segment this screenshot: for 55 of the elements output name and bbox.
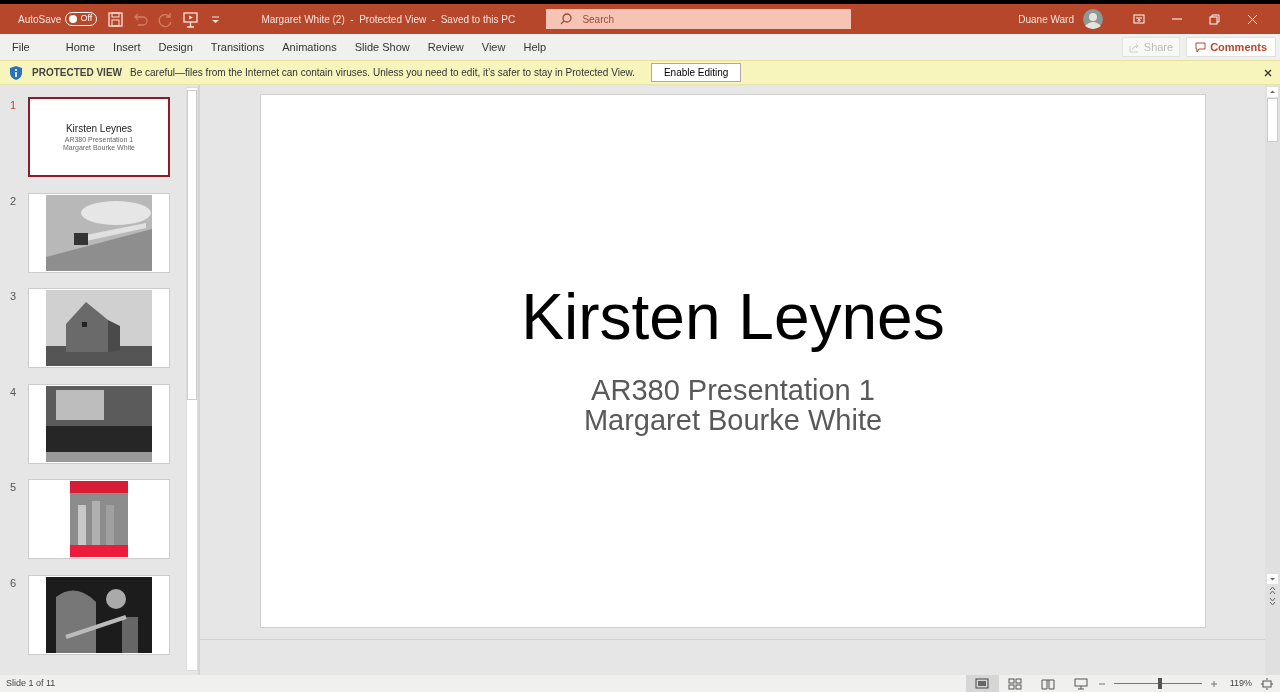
document-title: Margaret White (2) - Protected View - Saved to this PC	[261, 12, 517, 27]
ribbon-tab[interactable]: Slide Show	[346, 36, 418, 58]
search-field[interactable]: Search	[546, 9, 852, 29]
slide-number: 3	[9, 289, 18, 304]
slide-number: 4	[9, 384, 18, 400]
next-slide-icon[interactable]	[1267, 596, 1278, 608]
autosave-label: AutoSave	[18, 12, 62, 27]
slide-number: 1	[9, 98, 18, 113]
slide-counter: Slide 1 of 11	[6, 676, 56, 690]
slide-thumbnail[interactable]	[28, 574, 170, 655]
restore-icon[interactable]	[1209, 13, 1221, 25]
fit-to-window-icon[interactable]	[1260, 676, 1274, 691]
message-text: Be careful—files from the Internet can contain viruses. Unless you need to edit, it’s safer to stay in Protected View.	[130, 66, 635, 80]
slide-number: 6	[9, 575, 18, 591]
previous-slide-icon[interactable]	[1267, 584, 1278, 596]
ribbon-tab[interactable]: Transitions	[202, 36, 273, 58]
slide-number: 2	[9, 193, 18, 209]
search-icon	[560, 13, 573, 25]
ribbon-tab[interactable]: Animations	[274, 36, 345, 58]
scroll-thumb[interactable]	[1267, 98, 1278, 142]
scroll-down-icon[interactable]	[1267, 574, 1278, 584]
message-heading: PROTECTED VIEW	[32, 66, 122, 80]
slide-sorter-icon[interactable]	[1008, 677, 1023, 690]
slide-number: 5	[9, 480, 18, 495]
ribbon-tab[interactable]: Help	[515, 36, 555, 58]
enable-editing-button[interactable]: Enable Editing	[650, 63, 742, 82]
book-icon[interactable]	[1041, 677, 1056, 690]
user-avatar[interactable]	[1082, 8, 1104, 30]
scroll-thumb[interactable]	[187, 90, 197, 400]
slide-subtitle: AR380 Presentation 1 Margaret Bourke White	[583, 374, 883, 436]
shield-icon	[8, 64, 24, 81]
ribbon-tab[interactable]: File	[4, 36, 38, 58]
ribbon-tab[interactable]: Review	[419, 36, 472, 58]
user-name: Duane Ward	[1018, 12, 1074, 27]
comments-button[interactable]: Comments	[1186, 36, 1276, 58]
scrollbar[interactable]	[1265, 85, 1280, 675]
slide-thumbnail[interactable]	[28, 288, 170, 368]
slideshow-icon[interactable]	[1074, 677, 1089, 690]
zoom-in-icon[interactable]	[1209, 679, 1218, 688]
ribbon-tab[interactable]: View	[473, 36, 514, 58]
scrollbar[interactable]	[186, 87, 198, 671]
ribbon-display-icon[interactable]	[1133, 13, 1145, 25]
comment-icon	[1195, 41, 1207, 53]
slide-title: Kirsten Leynes	[521, 282, 945, 353]
share-icon	[1128, 41, 1140, 53]
slide-thumbnail[interactable]	[28, 192, 170, 273]
slide-thumbnail[interactable]	[28, 383, 170, 464]
normal-view-icon[interactable]	[975, 677, 990, 690]
scroll-up-icon[interactable]	[1267, 87, 1278, 97]
slide-thumbnail[interactable]	[28, 479, 170, 559]
ribbon-tab[interactable]: Design	[150, 36, 201, 58]
close-icon[interactable]	[1264, 68, 1272, 77]
ribbon-tab[interactable]: Insert	[105, 36, 149, 58]
zoom-level: 119%	[1229, 676, 1252, 690]
ribbon-tab[interactable]: Home	[57, 36, 104, 58]
